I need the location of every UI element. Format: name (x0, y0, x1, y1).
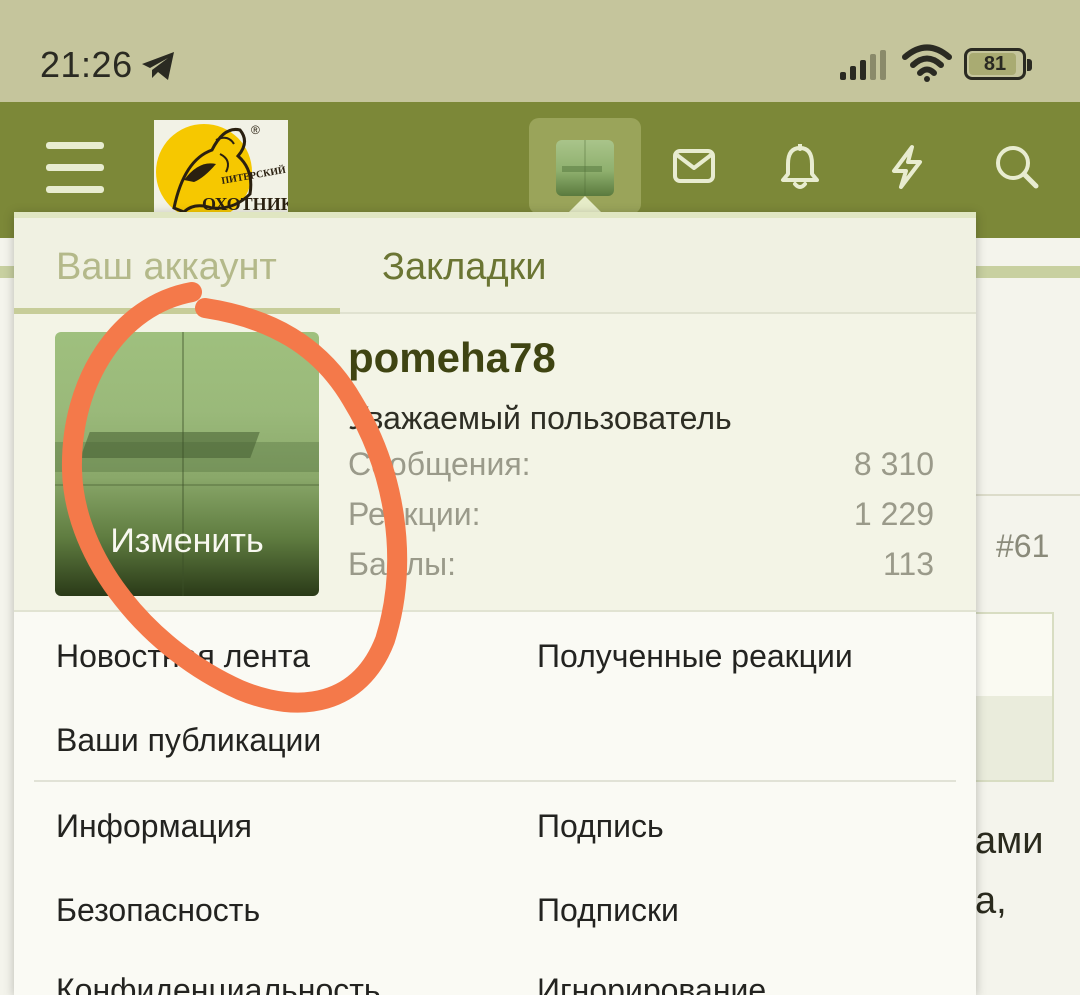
logo-image: ® ПИТЕРСКИЙ ОХОТНИК (154, 120, 288, 214)
menu-bar (46, 164, 104, 171)
menu-ignoring[interactable]: Игнорирование (537, 972, 766, 995)
wifi-icon (902, 44, 952, 82)
menu-signature[interactable]: Подпись (537, 808, 664, 845)
dropdown-tabs: Ваш аккаунт Закладки (14, 218, 976, 314)
menu-separator (34, 780, 956, 782)
account-avatar-button[interactable] (529, 118, 641, 214)
menu-your-posts[interactable]: Ваши публикации (56, 722, 321, 759)
menu-info[interactable]: Информация (56, 808, 252, 845)
logo-mark: ® (251, 123, 260, 137)
username-link[interactable]: pomeha78 (348, 334, 556, 382)
site-logo[interactable]: ® ПИТЕРСКИЙ ОХОТНИК (154, 120, 288, 214)
menu-news-feed[interactable]: Новостная лента (56, 638, 310, 675)
menu-bar (46, 142, 104, 149)
stat-messages-label: Сообщения: (348, 446, 531, 482)
quote-box (976, 612, 1054, 782)
menu-icon[interactable] (46, 142, 104, 194)
telegram-icon (142, 52, 174, 80)
avatar-thumbnail (562, 140, 602, 196)
post-text-fragment: а, (975, 880, 1007, 922)
avatar (556, 140, 614, 196)
mail-icon[interactable] (672, 148, 716, 184)
bell-icon[interactable] (780, 144, 820, 190)
search-icon[interactable] (994, 144, 1040, 190)
menu-subscriptions[interactable]: Подписки (537, 892, 679, 929)
tab-your-account[interactable]: Ваш аккаунт (56, 246, 277, 289)
stat-points-value[interactable]: 113 (883, 546, 934, 583)
lightning-icon[interactable] (888, 144, 926, 190)
stat-points-label: Баллы: (348, 546, 457, 582)
user-title: Уважаемый пользователь (348, 400, 732, 436)
stat-messages-value[interactable]: 8 310 (854, 446, 934, 483)
status-time: 21:26 (40, 44, 133, 85)
stat-reactions-value[interactable]: 1 229 (854, 496, 934, 533)
avatar-crosshair (55, 484, 319, 486)
divider (976, 494, 1080, 496)
tab-bookmarks[interactable]: Закладки (382, 246, 546, 289)
account-dropdown: Ваш аккаунт Закладки Изменить pomeha78 У… (14, 212, 976, 995)
profile-summary: Изменить pomeha78 Уважаемый пользователь… (14, 314, 976, 612)
menu-privacy[interactable]: Конфиденциальность (56, 972, 381, 995)
signal-icon (840, 50, 886, 80)
quote-box-body (976, 696, 1052, 780)
battery-tip (1027, 59, 1032, 71)
menu-bar (46, 186, 104, 193)
battery-level: 81 (983, 53, 1007, 75)
battery-icon: 81 (964, 48, 1032, 80)
avatar-ship (80, 432, 260, 458)
edit-avatar-button[interactable]: Изменить (55, 522, 319, 561)
menu-received-reactions[interactable]: Полученные реакции (537, 638, 853, 675)
post-text-fragment: ами (975, 820, 1044, 862)
logo-text-line2: ОХОТНИК (202, 194, 288, 214)
post-number[interactable]: #61 (996, 528, 1049, 565)
avatar[interactable]: Изменить (55, 332, 319, 596)
menu-security[interactable]: Безопасность (56, 892, 260, 929)
status-bar: 21:26 81 (0, 0, 1080, 102)
stat-reactions-label: Реакции: (348, 496, 481, 532)
